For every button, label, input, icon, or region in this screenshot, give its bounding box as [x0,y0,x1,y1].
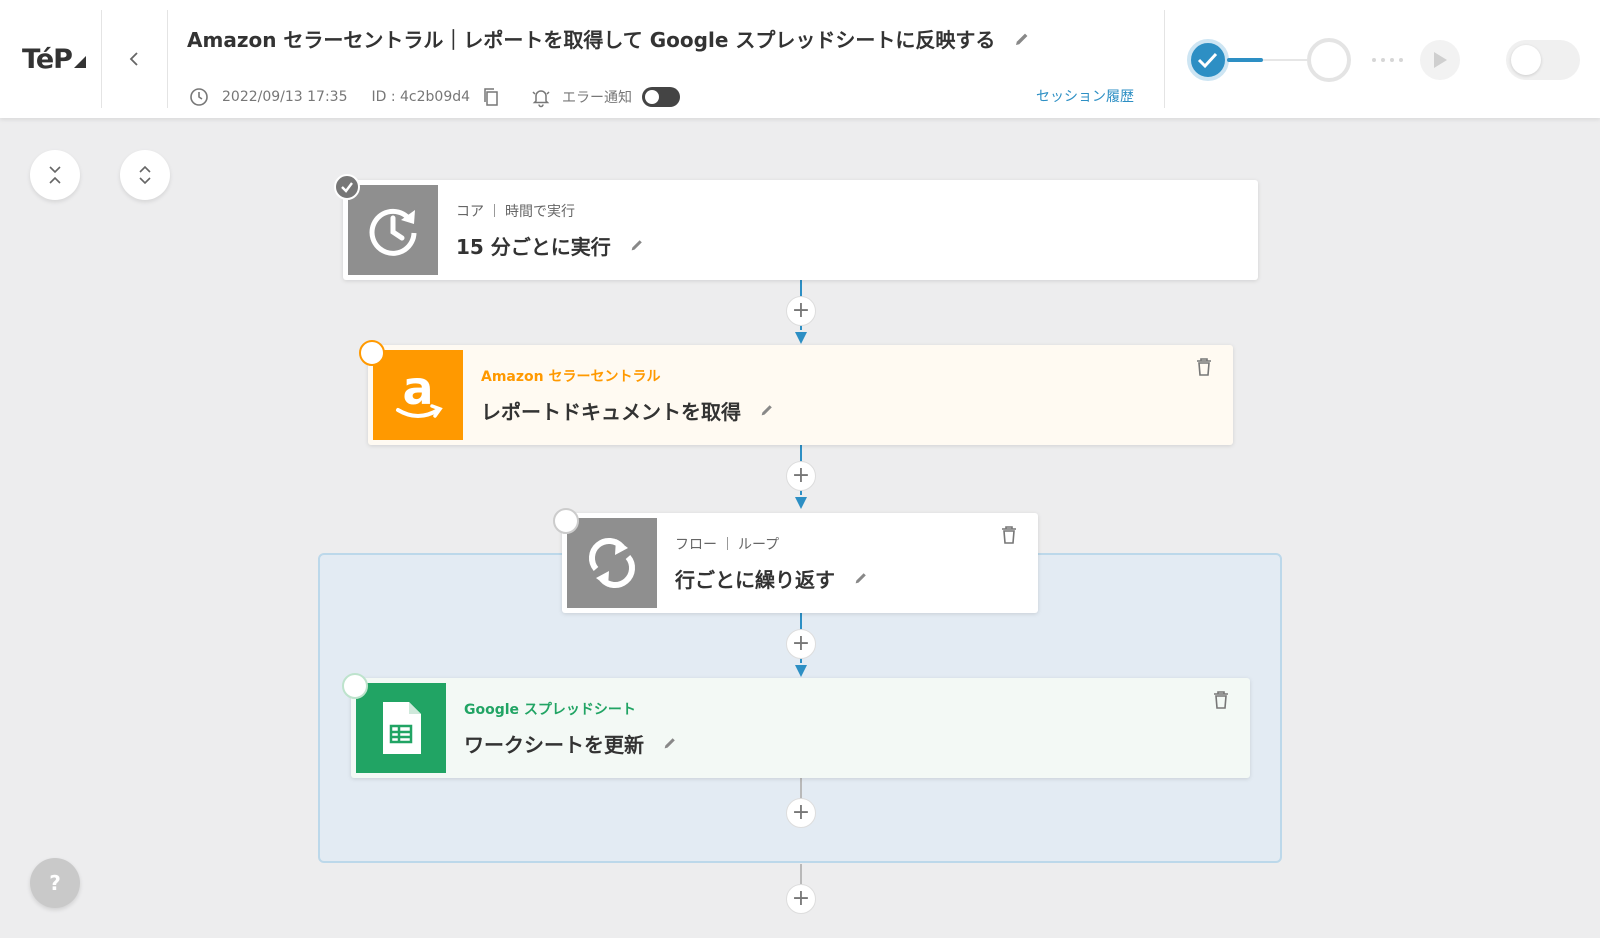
pencil-icon [631,240,642,251]
step-name: 15 分ごとに実行 [456,234,611,259]
step-category: Amazon セラーセントラル [481,368,661,385]
step-status-pending [342,673,368,699]
run-button[interactable] [1420,40,1460,80]
step-card-trigger[interactable]: コア 時間で実行 15 分ごとに実行 [343,180,1258,280]
flow-id: ID : 4c2b09d4 [371,89,471,105]
arrow-down-icon [795,665,807,677]
error-notify-toggle[interactable] [642,87,681,107]
loop-icon [567,518,657,608]
svg-text:a: a [402,362,433,415]
publish-toggle[interactable] [1506,40,1580,80]
pencil-icon [761,405,772,416]
delete-step-button[interactable] [1193,355,1215,379]
edit-title-button[interactable] [1013,30,1031,48]
arrow-down-icon [795,332,807,344]
flow-progress-indicator [1187,38,1460,82]
flow-title: Amazon セラーセントラル｜レポートを取得して Google スプレッドシー… [187,28,996,52]
delete-step-button[interactable] [1210,688,1232,712]
connector-line [800,864,802,884]
progress-step-complete [1187,39,1229,81]
app-header: TéP Amazon セラーセントラル｜レポートを取得して Google スプレ… [0,0,1600,118]
expand-icon [139,165,151,185]
amazon-icon: a [373,350,463,440]
add-step-button[interactable]: + [786,629,816,659]
trash-icon [1002,526,1016,544]
created-timestamp: 2022/09/13 17:35 [222,89,348,105]
step-category: コア [456,203,484,220]
header-divider [167,10,168,108]
step-card-amazon[interactable]: a Amazon セラーセントラル レポートドキュメントを取得 [368,345,1233,445]
edit-step-button[interactable] [853,570,869,586]
session-history-link[interactable]: セッション履歴 [1036,86,1134,106]
step-category: Google スプレッドシート [464,701,636,718]
trash-icon [1197,358,1211,376]
copy-id-button[interactable] [480,86,502,108]
step-card-loop[interactable]: フロー ループ 行ごとに繰り返す [562,513,1038,613]
error-notify-label: エラー通知 [562,90,633,106]
step-category: フロー [675,536,717,553]
trash-icon [1214,691,1228,709]
clock-refresh-icon [348,185,438,275]
edit-step-button[interactable] [662,735,678,751]
header-divider [101,10,102,108]
help-button[interactable]: ? [30,858,80,908]
step-subcategory: ループ [738,536,780,553]
pencil-icon [664,738,675,749]
pencil-icon [855,573,866,584]
edit-step-button[interactable] [759,402,775,418]
check-icon [341,182,353,193]
add-step-button[interactable]: + [786,798,816,828]
progress-dots [1372,58,1403,62]
expand-all-button[interactable] [120,150,170,200]
step-status-pending [359,340,385,366]
arrow-down-icon [795,497,807,509]
tepra-logo[interactable]: TéP [22,44,87,75]
step-name: レポートドキュメントを取得 [481,399,741,424]
copy-icon [484,88,498,106]
add-step-button[interactable]: + [786,461,816,491]
chevron-left-icon [129,52,138,66]
step-status-completed [334,174,360,200]
back-button[interactable] [124,46,144,72]
google-sheets-icon [356,683,446,773]
collapse-icon [49,166,61,184]
add-step-button[interactable]: + [786,296,816,326]
add-step-button[interactable]: + [786,884,816,914]
clock-icon [188,86,210,108]
progress-line-active [1227,58,1263,62]
step-card-google-sheets[interactable]: Google スプレッドシート ワークシートを更新 [351,678,1250,778]
step-name: 行ごとに繰り返す [675,567,835,592]
progress-step-pending [1307,38,1351,82]
progress-line [1263,59,1307,61]
collapse-all-button[interactable] [30,150,80,200]
step-subcategory: 時間で実行 [505,203,575,220]
bell-icon [530,86,552,108]
step-status-pending [553,508,579,534]
edit-step-button[interactable] [629,237,645,253]
header-divider [1164,10,1165,108]
step-name: ワークシートを更新 [464,732,644,757]
delete-step-button[interactable] [998,523,1020,547]
pencil-icon [1016,33,1028,45]
